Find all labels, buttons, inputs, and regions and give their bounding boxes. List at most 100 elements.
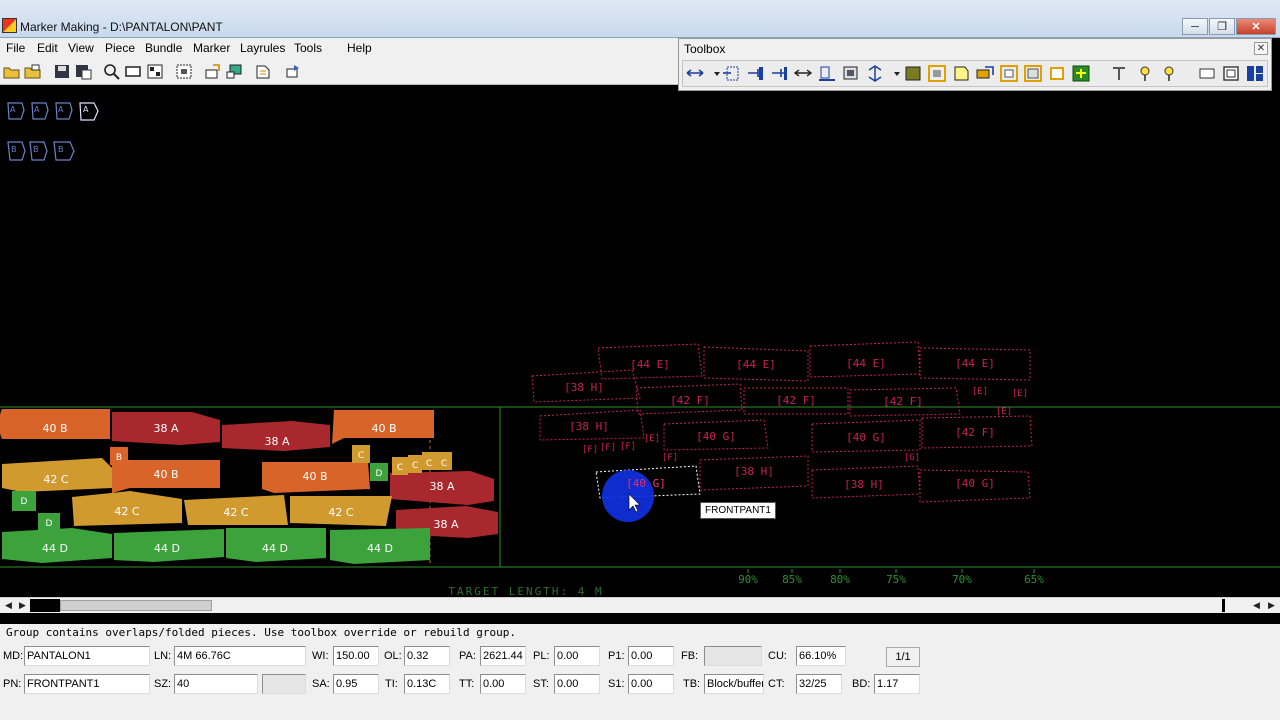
palette-piece-a[interactable]: A (7, 102, 25, 120)
outline-piece[interactable]: [44 E] (597, 343, 703, 380)
bd-field[interactable]: 1.17 (874, 674, 920, 694)
piece-palette[interactable]: A A A A B B B (7, 102, 99, 161)
sz-field[interactable]: 40 (174, 674, 258, 694)
placed-piece[interactable]: 40 B (332, 410, 434, 444)
placed-piece[interactable]: 44 D (330, 528, 430, 564)
framed-window-icon[interactable] (1221, 64, 1242, 84)
palette-piece-a[interactable]: A (31, 102, 49, 120)
outline-piece[interactable]: [40 G] (919, 469, 1031, 503)
outline-piece[interactable]: [38 H] (539, 409, 645, 441)
outline-piece[interactable]: [38 H] (811, 465, 921, 499)
scroll-right-icon[interactable]: ▶ (16, 600, 29, 612)
palette-piece-a[interactable]: A (55, 102, 73, 120)
cu-field[interactable]: 66.10% (796, 646, 846, 666)
placed-piece[interactable]: 42 C (290, 496, 392, 526)
flip-piece-icon[interactable] (841, 64, 862, 84)
piece-outline-icon[interactable] (951, 64, 972, 84)
overlap-icon[interactable] (975, 64, 996, 84)
tt-field[interactable]: 0.00 (480, 674, 526, 694)
outline-piece[interactable]: [42 F] (635, 383, 743, 415)
outline-piece[interactable]: [40 G] (663, 419, 769, 451)
outline-piece[interactable]: [44 E] (919, 347, 1031, 381)
menu-view[interactable]: View (68, 41, 94, 55)
scroll-left-icon[interactable]: ◀ (2, 600, 15, 612)
open-marker-icon[interactable] (23, 62, 43, 81)
marker-canvas[interactable]: A A A A B B B 40 B 38 A 38 A 40 B 42 C 4… (0, 92, 1280, 597)
st-field[interactable]: 0.00 (554, 674, 600, 694)
open-folder-icon[interactable] (2, 62, 22, 81)
add-piece-icon[interactable] (1071, 64, 1092, 84)
sa-field[interactable]: 0.95 (333, 674, 379, 694)
horizontal-scrollbar[interactable]: ◀ ▶ ◀ ▶ (0, 597, 1280, 613)
scroll-left-end-icon[interactable]: ◀ (1250, 600, 1263, 612)
outline-piece[interactable]: [44 E] (809, 341, 921, 378)
outline-piece[interactable]: [42 F] (849, 387, 961, 417)
zoom-icon[interactable] (102, 62, 122, 81)
chevron-down-icon[interactable] (707, 64, 720, 84)
ct-field[interactable]: 32/25 (796, 674, 842, 694)
ti-field[interactable]: 0.13C (404, 674, 450, 694)
box-select-icon[interactable] (999, 64, 1020, 84)
align-bottom-icon[interactable] (817, 64, 838, 84)
menu-bundle[interactable]: Bundle (145, 41, 182, 55)
palette-piece-b[interactable]: B (7, 141, 26, 161)
p1-field[interactable]: 0.00 (628, 646, 674, 666)
minimize-button[interactable]: ─ (1182, 18, 1208, 35)
pn-field[interactable]: FRONTPANT1 (24, 674, 150, 694)
fb-field[interactable] (704, 646, 762, 666)
outline-piece[interactable]: [38 H] (531, 369, 641, 403)
grid-view-icon[interactable] (174, 62, 194, 81)
scroll-thumb[interactable] (60, 600, 212, 611)
save-icon[interactable] (52, 62, 72, 81)
pin-alt-icon[interactable] (1159, 64, 1180, 84)
outline-piece[interactable]: [44 E] (703, 346, 809, 382)
notch-tool-icon[interactable] (253, 62, 273, 81)
move-horizontal-icon[interactable] (685, 64, 706, 84)
piece-import-icon[interactable] (224, 62, 244, 81)
placed-piece[interactable]: 40 B (0, 409, 110, 439)
zoom-window-icon[interactable] (123, 62, 143, 81)
menu-tools[interactable]: Tools (294, 41, 322, 55)
save-as-icon[interactable] (73, 62, 93, 81)
placed-piece[interactable]: 44 D (2, 528, 112, 563)
toolbox-close-button[interactable]: ✕ (1254, 42, 1268, 55)
placed-piece[interactable]: 38 A (390, 471, 494, 505)
placed-piece[interactable]: 40 B (262, 462, 370, 493)
scroll-right-end-icon[interactable]: ▶ (1265, 600, 1278, 612)
outline-piece[interactable]: [40 G] (811, 419, 921, 453)
small-box-icon[interactable] (1047, 64, 1068, 84)
move-arrows-icon[interactable] (793, 64, 814, 84)
ln-field[interactable]: 4M 66.76C (174, 646, 306, 666)
single-window-icon[interactable] (1197, 64, 1218, 84)
wi-field[interactable]: 150.00 (333, 646, 379, 666)
md-field[interactable]: PANTALON1 (24, 646, 150, 666)
menu-marker[interactable]: Marker (193, 41, 230, 55)
fit-view-icon[interactable] (145, 62, 165, 81)
placed-piece[interactable]: 44 D (114, 529, 224, 562)
palette-piece-a[interactable]: A (79, 102, 99, 121)
tb-field[interactable]: Block/buffer (704, 674, 764, 694)
outline-piece[interactable]: [42 F] (921, 415, 1033, 449)
menu-layrules[interactable]: Layrules (240, 41, 285, 55)
pl-field[interactable]: 0.00 (554, 646, 600, 666)
s1-field[interactable]: 0.00 (628, 674, 674, 694)
placed-piece[interactable]: 40 B (112, 460, 220, 493)
placed-piece[interactable]: 42 C (184, 495, 288, 525)
menu-help[interactable]: Help (347, 41, 372, 55)
tile-window-icon[interactable] (1245, 64, 1266, 84)
bump-left-icon[interactable] (721, 64, 742, 84)
tilt-piece-icon[interactable] (1109, 64, 1130, 84)
bump-right-alt-icon[interactable] (769, 64, 790, 84)
maximize-button[interactable]: ❐ (1209, 18, 1235, 35)
menu-file[interactable]: File (6, 41, 25, 55)
menu-edit[interactable]: Edit (37, 41, 58, 55)
piece-rotate-icon[interactable] (283, 62, 303, 81)
placed-pieces[interactable]: 40 B 38 A 38 A 40 B 42 C 40 B 40 B 38 A … (0, 409, 498, 564)
chevron-down-icon[interactable] (887, 64, 900, 84)
fill-piece-icon[interactable] (903, 64, 924, 84)
close-button[interactable]: ✕ (1236, 18, 1276, 35)
outline-piece[interactable]: [38 H] (699, 455, 809, 491)
placed-piece[interactable]: 44 D (226, 528, 326, 562)
palette-piece-b[interactable]: B (53, 141, 75, 161)
select-piece-icon[interactable] (927, 64, 948, 84)
